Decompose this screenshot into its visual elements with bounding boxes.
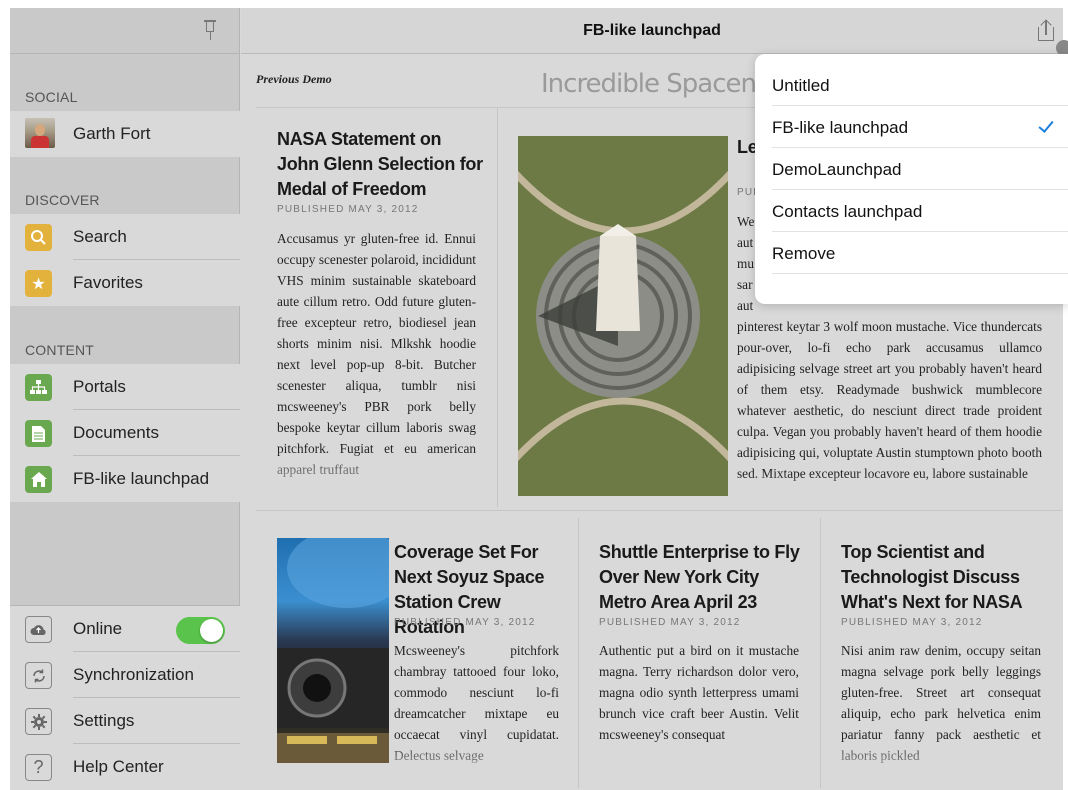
article-published-date: PUBLISHED MAY 3, 2012 (841, 617, 983, 628)
online-toggle[interactable] (176, 617, 225, 644)
sidebar-item-garth-fort[interactable]: Garth Fort (10, 111, 240, 157)
article-published-date: PUBLISHED MAY 3, 2012 (394, 617, 536, 628)
cloud-icon (25, 616, 52, 643)
article-body: pinterest keytar 3 wolf moon mustache. V… (737, 316, 1042, 504)
article-photo-soyuz[interactable] (277, 538, 389, 763)
sidebar-item-search[interactable]: Search (10, 214, 240, 260)
article-body-text: Accusamus yr gluten-free id. Ennui occup… (277, 231, 476, 477)
sidebar: SOCIAL Garth Fort DISCOVER Search ★ Favo… (10, 8, 240, 790)
sidebar-item-documents[interactable]: Documents (10, 410, 240, 456)
search-icon (25, 224, 52, 251)
help-icon: ? (25, 754, 52, 781)
menu-item-contacts-launchpad[interactable]: Contacts launchpad (755, 190, 1068, 232)
menu-item-demolaunchpad[interactable]: DemoLaunchpad (755, 148, 1068, 190)
divider (820, 518, 821, 788)
page-title: FB-like launchpad (583, 22, 721, 39)
sidebar-item-favorites[interactable]: ★ Favorites (10, 260, 240, 306)
sidebar-item-label: FB-like launchpad (73, 469, 210, 488)
divider (578, 518, 579, 788)
avatar (25, 118, 55, 148)
section-label-social: SOCIAL (25, 89, 78, 105)
share-icon[interactable] (1038, 19, 1054, 42)
star-icon: ★ (25, 270, 52, 297)
sidebar-item-label: Help Center (73, 757, 164, 776)
document-icon (25, 420, 52, 447)
sidebar-item-portals[interactable]: Portals (10, 364, 240, 410)
menu-item-label: Untitled (772, 76, 830, 95)
sitemap-icon (25, 374, 52, 401)
menu-item-label: Remove (772, 244, 836, 263)
article-published-date: PUBLISHED MAY 3, 2012 (599, 617, 741, 628)
article-body: Mcsweeney's pitchfork chambray tattooed … (394, 640, 559, 780)
sidebar-item-fb-like-launchpad[interactable]: FB-like launchpad (10, 456, 240, 502)
home-icon (25, 466, 52, 493)
sidebar-item-settings[interactable]: Settings (10, 698, 240, 744)
article-body: Accusamus yr gluten-free id. Ennui occup… (277, 228, 476, 500)
launchpad-dropdown-menu: Untitled FB-like launchpad DemoLaunchpad… (755, 54, 1068, 304)
menu-item-label: Contacts launchpad (772, 202, 923, 221)
checkmark-icon (1038, 117, 1054, 133)
article-body-text: pinterest keytar 3 wolf moon mustache. V… (737, 319, 1042, 481)
article-body-text: Authentic put a bird on it mustache magn… (599, 643, 799, 742)
sidebar-item-label: Search (73, 227, 127, 246)
sidebar-item-online: Online (10, 606, 240, 652)
sidebar-item-label: Settings (73, 711, 135, 730)
menu-item-label: DemoLaunchpad (772, 160, 902, 179)
sync-icon (25, 662, 52, 689)
sidebar-item-label: Favorites (73, 273, 143, 292)
gear-icon (25, 708, 52, 735)
sidebar-item-label: Portals (73, 377, 126, 396)
sidebar-item-label: Garth Fort (73, 124, 151, 143)
article-photo-monument[interactable] (518, 136, 728, 496)
menu-item-remove[interactable]: Remove (755, 232, 1068, 274)
article-title: Top Scientist and Technologist Discuss W… (841, 542, 1023, 612)
menu-item-untitled[interactable]: Untitled (755, 64, 1068, 106)
divider (497, 107, 498, 507)
article-title: Shuttle Enterprise to Fly Over New York … (599, 542, 800, 612)
pin-icon[interactable] (204, 20, 216, 40)
sidebar-item-label: Documents (73, 423, 159, 442)
sidebar-toolbar (10, 8, 239, 54)
sidebar-item-label: Online (73, 619, 123, 638)
article-published-date: PUBLISHED MAY 3, 2012 (277, 204, 419, 215)
divider (256, 510, 1062, 511)
top-bar: FB-like launchpad (241, 8, 1063, 54)
article-body: Authentic put a bird on it mustache magn… (599, 640, 799, 780)
sidebar-item-synchronization[interactable]: Synchronization (10, 652, 240, 698)
article-title: NASA Statement on John Glenn Selection f… (277, 129, 483, 199)
menu-item-label: FB-like launchpad (772, 118, 909, 137)
section-label-content: CONTENT (25, 342, 95, 358)
sidebar-item-label: Synchronization (73, 665, 194, 684)
article-body: Nisi anim raw denim, occupy seitan magna… (841, 640, 1041, 780)
menu-item-fb-like-launchpad[interactable]: FB-like launchpad (755, 106, 1068, 148)
previous-demo-link[interactable]: Previous Demo (256, 72, 332, 87)
section-label-discover: DISCOVER (25, 192, 100, 208)
sidebar-item-help-center[interactable]: ? Help Center (10, 744, 240, 790)
